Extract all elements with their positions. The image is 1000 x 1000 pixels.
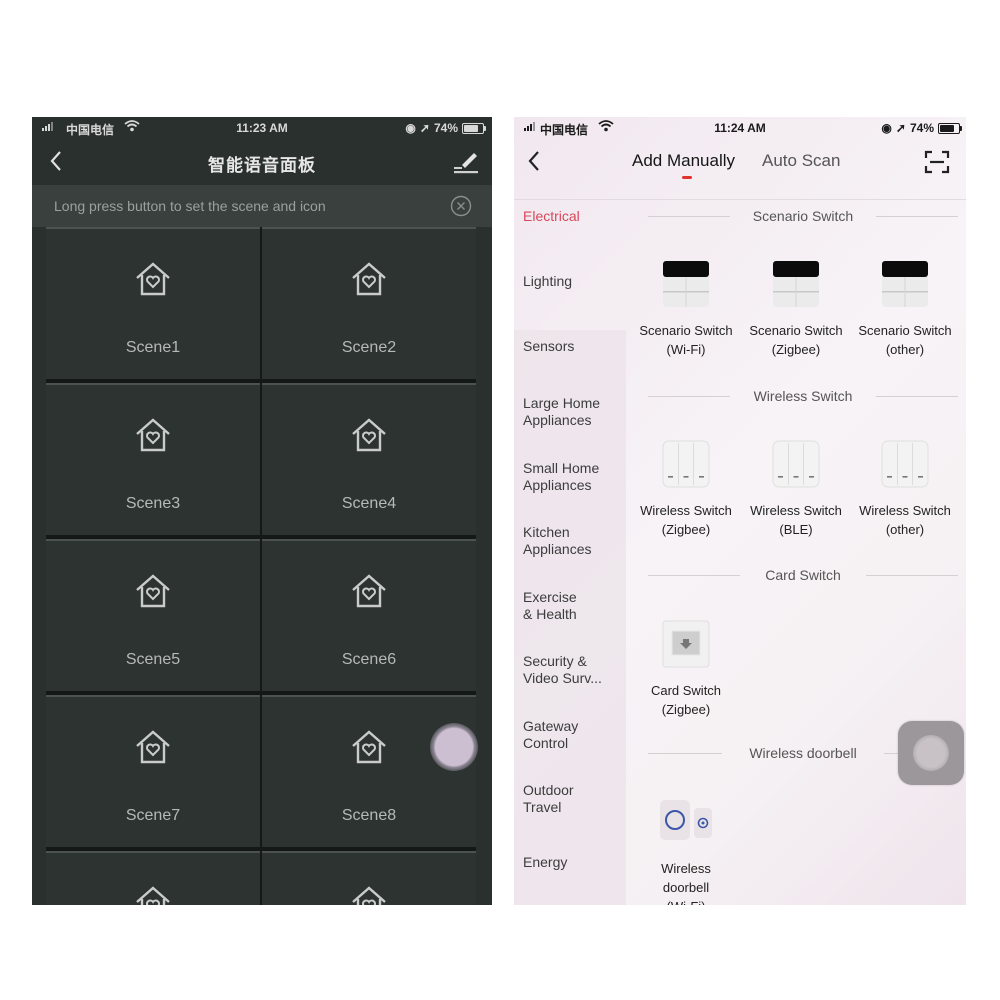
section-header-scenario-switch: Scenario Switch <box>648 207 958 227</box>
status-bar: 中国电信 11:24 AM ◉ ➚ 74% <box>514 117 966 139</box>
scene-tile[interactable]: Scene6 <box>262 539 476 691</box>
category-sidebar: Electrical Lighting Sensors Large Home Ap… <box>514 200 626 905</box>
location-icon: ➚ <box>419 121 430 135</box>
device-scenario-switch-zigbee[interactable]: Scenario Switch (Zigbee) <box>744 260 848 359</box>
category-large-home-appliances[interactable]: Large Home Appliances <box>523 395 600 429</box>
scene-label: Scene1 <box>125 339 181 356</box>
house-heart-icon <box>352 886 386 905</box>
nav-bar: 智能语音面板 <box>32 139 492 185</box>
assistive-touch-button[interactable] <box>898 721 964 785</box>
scenario-switch-icon <box>663 261 709 307</box>
scene-label: Scene3 <box>125 495 181 512</box>
device-scenario-switch-other[interactable]: Scenario Switch (other) <box>853 260 957 359</box>
battery-icon <box>462 122 486 134</box>
scene-tile[interactable]: Scene4 <box>262 383 476 535</box>
scene-tile[interactable]: Scene7 <box>46 695 260 847</box>
card-switch-icon <box>662 620 710 668</box>
page-title: 智能语音面板 <box>208 156 316 175</box>
category-gateway-control[interactable]: Gateway Control <box>523 718 578 752</box>
category-energy[interactable]: Energy <box>523 854 567 871</box>
scene-tile[interactable] <box>262 851 476 905</box>
back-button[interactable] <box>524 149 546 173</box>
category-sensors[interactable]: Sensors <box>523 338 574 355</box>
scenario-switch-icon <box>773 261 819 307</box>
hint-banner: Long press button to set the scene and i… <box>32 185 492 227</box>
status-bar: 中国电信 11:23 AM ◉ ➚ 74% <box>32 117 492 139</box>
scan-button[interactable] <box>924 150 950 174</box>
doorbell-icon <box>660 800 712 840</box>
category-exercise-health[interactable]: Exercise & Health <box>523 589 577 623</box>
scene-label: Scene5 <box>125 651 181 668</box>
scenario-switch-icon <box>882 261 928 307</box>
active-tab-indicator <box>682 176 692 179</box>
assistive-touch-button[interactable] <box>430 723 478 771</box>
house-heart-icon <box>136 886 170 905</box>
device-list: Scenario Switch Scenario Switch (Wi-Fi) S… <box>626 200 966 905</box>
scene-label: Scene7 <box>125 807 181 824</box>
scene-label: Scene4 <box>341 495 397 512</box>
house-heart-icon <box>352 418 386 452</box>
house-heart-icon <box>136 262 170 296</box>
device-card-switch-zigbee[interactable]: Card Switch (Zigbee) <box>634 620 738 719</box>
device-scenario-switch-wifi[interactable]: Scenario Switch (Wi-Fi) <box>634 260 738 359</box>
left-phone-screen: 中国电信 11:23 AM ◉ ➚ 74% 智能语音面板 Long press … <box>32 117 492 905</box>
right-phone-screen: 中国电信 11:24 AM ◉ ➚ 74% Add Manually Auto … <box>514 117 966 905</box>
wireless-switch-icon <box>662 440 710 488</box>
edit-button[interactable] <box>452 149 480 175</box>
scene-tile[interactable]: Scene1 <box>46 227 260 379</box>
battery-icon <box>938 122 962 134</box>
chevron-left-icon <box>528 151 539 171</box>
device-wireless-doorbell-wifi[interactable]: Wirelessdoorbell(Wi-Fi) <box>634 798 738 905</box>
house-heart-icon <box>136 418 170 452</box>
nav-bar: Add Manually Auto Scan <box>514 139 966 200</box>
scene-tile[interactable]: Scene3 <box>46 383 260 535</box>
category-security-video[interactable]: Security & Video Surv... <box>523 653 602 687</box>
pencil-edit-icon <box>454 153 478 174</box>
hint-text: Long press button to set the scene and i… <box>54 198 326 214</box>
scene-tile[interactable]: Scene2 <box>262 227 476 379</box>
scene-tile[interactable]: Scene8 <box>262 695 476 847</box>
close-hint-button[interactable] <box>450 195 472 217</box>
orientation-lock-icon: ◉ <box>405 121 416 135</box>
device-wireless-switch-ble[interactable]: Wireless Switch (BLE) <box>744 440 848 539</box>
close-circle-icon <box>450 195 472 217</box>
location-icon: ➚ <box>895 121 906 135</box>
tab-add-manually[interactable]: Add Manually <box>632 151 735 171</box>
scene-tile[interactable]: Scene5 <box>46 539 260 691</box>
house-heart-icon <box>136 730 170 764</box>
category-outdoor-travel[interactable]: Outdoor Travel <box>523 782 574 816</box>
orientation-lock-icon: ◉ <box>881 121 892 135</box>
battery-percent: 74% <box>433 121 458 135</box>
tab-auto-scan[interactable]: Auto Scan <box>762 151 840 171</box>
device-wireless-switch-other[interactable]: Wireless Switch (other) <box>853 440 957 539</box>
category-kitchen-appliances[interactable]: Kitchen Appliances <box>523 524 592 558</box>
category-lighting[interactable]: Lighting <box>523 273 572 290</box>
house-heart-icon <box>136 574 170 608</box>
wireless-switch-icon <box>881 440 929 488</box>
category-small-home-appliances[interactable]: Small Home Appliances <box>523 460 599 494</box>
house-heart-icon <box>352 730 386 764</box>
category-electrical[interactable]: Electrical <box>523 208 580 225</box>
device-wireless-switch-zigbee[interactable]: Wireless Switch (Zigbee) <box>634 440 738 539</box>
house-heart-icon <box>352 574 386 608</box>
section-header-wireless-switch: Wireless Switch <box>648 387 958 407</box>
scene-label: Scene8 <box>341 807 397 824</box>
scene-label: Scene6 <box>341 651 397 668</box>
scene-tile[interactable] <box>46 851 260 905</box>
wireless-switch-icon <box>772 440 820 488</box>
qr-scan-icon <box>924 150 950 174</box>
scene-grid: Scene1 Scene2 Scene3 Scene4 Scene5 Scene… <box>46 227 476 905</box>
house-heart-icon <box>352 262 386 296</box>
section-header-card-switch: Card Switch <box>648 566 958 586</box>
battery-percent: 74% <box>909 121 934 135</box>
scene-label: Scene2 <box>341 339 397 356</box>
